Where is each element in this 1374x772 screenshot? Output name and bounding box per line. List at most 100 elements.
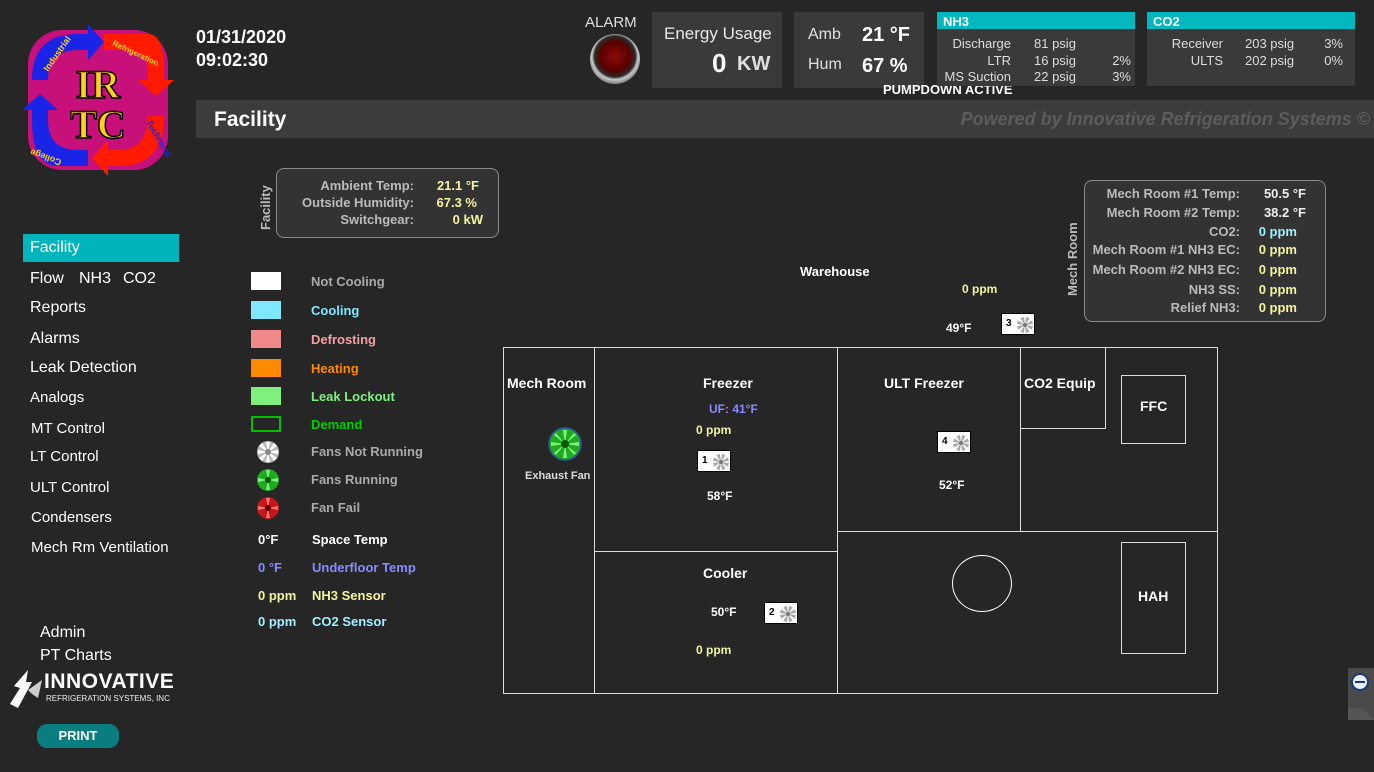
- ffc-label: FFC: [1140, 398, 1168, 414]
- energy-label: Energy Usage: [664, 24, 772, 43]
- legend-underfloor-sample: 0 °F: [258, 560, 282, 575]
- warehouse-label: Warehouse: [800, 264, 870, 279]
- nav-facility[interactable]: Facility: [23, 234, 179, 262]
- side-panel-tab[interactable]: [1348, 668, 1374, 720]
- unit-1[interactable]: 1: [697, 450, 731, 472]
- co2-label: CO2:: [1208, 224, 1240, 239]
- unit-4[interactable]: 4: [937, 431, 971, 453]
- legend-space-temp-sample: 0°F: [258, 532, 279, 547]
- nav-reports[interactable]: Reports: [30, 299, 86, 317]
- ult-freezer-label: ULT Freezer: [884, 375, 964, 391]
- switchgear-label: Switchgear:: [340, 212, 414, 227]
- co2-equip-label: CO2 Equip: [1024, 375, 1096, 391]
- nav-admin[interactable]: Admin: [40, 624, 85, 642]
- legend-leak-lockout: Leak Lockout: [311, 389, 395, 404]
- mech-box-label: Mech Room: [1065, 222, 1080, 296]
- mech2-nh3-label: Mech Room #2 NH3 EC:: [1092, 262, 1240, 277]
- cooler-ppm: 0 ppm: [696, 643, 732, 657]
- co2-value: 0 ppm: [1258, 224, 1297, 239]
- nav-lt-control[interactable]: LT Control: [30, 448, 99, 465]
- mech1-temp-label: Mech Room #1 Temp:: [1106, 186, 1240, 201]
- energy-unit: KW: [737, 53, 771, 75]
- legend-swatch-heating: [251, 359, 281, 377]
- outside-humidity-label: Outside Humidity:: [302, 195, 414, 210]
- legend-swatch-demand: [251, 416, 281, 432]
- nav-nh3[interactable]: NH3: [79, 270, 111, 288]
- legend-co2-sensor: CO2 Sensor: [312, 614, 387, 629]
- innovative-logo: INNOVATIVE REFRIGERATION SYSTEMS, INC: [8, 668, 188, 712]
- relief-nh3-value: 0 ppm: [1258, 300, 1297, 315]
- freezer-underfloor-temp: UF: 41°F: [709, 402, 758, 416]
- energy-panel: Energy Usage 0 KW: [652, 12, 782, 88]
- fan-not-running-icon: [257, 441, 279, 463]
- hah-label: HAH: [1138, 588, 1169, 604]
- nh3-panel: NH3 Discharge 81 psig LTR 16 psig 2% MS …: [937, 12, 1135, 86]
- alarm-indicator[interactable]: [590, 34, 640, 84]
- warehouse-temp: 49°F: [946, 321, 972, 335]
- side-arrow-icon: [1348, 668, 1374, 720]
- legend-swatch-leak-lockout: [251, 387, 281, 405]
- date-text: 01/31/2020: [196, 27, 287, 47]
- mech1-nh3-value: 0 ppm: [1258, 242, 1297, 257]
- legend-nh3-sample: 0 ppm: [258, 588, 297, 603]
- nav-leak-detection[interactable]: Leak Detection: [30, 359, 137, 377]
- tank-circle[interactable]: [952, 555, 1012, 612]
- fan-running-icon: [257, 469, 279, 491]
- nav-ult-control[interactable]: ULT Control: [30, 479, 109, 496]
- legend-swatch-cooling: [251, 301, 281, 319]
- amb-value: 21 °F: [862, 24, 911, 46]
- legend-space-temp: Space Temp: [312, 532, 388, 547]
- logo-line1: IR: [76, 62, 122, 107]
- nh3-ms-value: 22 psig: [1034, 69, 1076, 84]
- nav-alarms[interactable]: Alarms: [30, 330, 80, 348]
- nh3-discharge-value: 81 psig: [1034, 36, 1076, 51]
- legend-not-cooling: Not Cooling: [311, 274, 385, 289]
- fan-not-running-icon: [780, 606, 796, 622]
- nav-mech-rm-ventilation[interactable]: Mech Rm Ventilation: [31, 539, 169, 556]
- unit-3[interactable]: 3: [1001, 313, 1035, 335]
- nav-co2[interactable]: CO2: [123, 270, 156, 288]
- mech2-temp-label: Mech Room #2 Temp:: [1106, 205, 1240, 220]
- legend-swatch-not-cooling: [251, 272, 281, 290]
- nh3-ltr-value: 16 psig: [1034, 53, 1076, 68]
- co2-title: CO2: [1147, 12, 1355, 29]
- title-bar: Facility Powered by Innovative Refrigera…: [196, 100, 1374, 138]
- energy-value: 0: [712, 48, 727, 78]
- hum-value: 67 %: [862, 55, 908, 77]
- brand-mark-icon: [10, 670, 42, 708]
- nav-pt-charts[interactable]: PT Charts: [40, 647, 112, 665]
- ambient-panel: Amb 21 °F Hum 67 %: [794, 12, 924, 88]
- nh3-discharge-label: Discharge: [952, 36, 1011, 51]
- nav-flow[interactable]: Flow: [30, 270, 64, 288]
- powered-by: Powered by Innovative Refrigeration Syst…: [960, 109, 1370, 129]
- nh3-ms-pct: 3%: [1112, 69, 1131, 84]
- nav-condensers[interactable]: Condensers: [31, 509, 112, 526]
- legend-nh3-sensor: NH3 Sensor: [312, 588, 386, 603]
- warehouse-ppm: 0 ppm: [962, 282, 998, 296]
- mech-room[interactable]: [503, 347, 595, 694]
- freezer-temp: 58°F: [707, 489, 733, 503]
- exhaust-fan-label: Exhaust Fan: [525, 470, 591, 482]
- legend-swatch-defrosting: [251, 330, 281, 348]
- exhaust-fan-icon[interactable]: [548, 427, 582, 461]
- datetime: 01/31/2020 09:02:30: [196, 26, 286, 72]
- nh3-ltr-label: LTR: [987, 53, 1011, 68]
- brand-sub: REFRIGERATION SYSTEMS, INC: [46, 694, 170, 703]
- legend-demand: Demand: [311, 417, 363, 432]
- legend-fan-fail: Fan Fail: [311, 500, 361, 515]
- co2-receiver-pct: 3%: [1324, 36, 1343, 51]
- mech1-nh3-label: Mech Room #1 NH3 EC:: [1092, 242, 1240, 257]
- print-button[interactable]: PRINT: [37, 724, 119, 748]
- nav-mt-control[interactable]: MT Control: [31, 420, 105, 437]
- nav-analogs[interactable]: Analogs: [30, 389, 84, 406]
- legend-co2-sample: 0 ppm: [258, 614, 297, 629]
- irtc-logo: IR TC Industrial Refrigeration Technical…: [22, 24, 174, 176]
- mech1-temp-value: 50.5 °F: [1263, 186, 1306, 201]
- mech2-temp-value: 38.2 °F: [1263, 205, 1306, 220]
- nh3-ss-label: NH3 SS:: [1188, 282, 1240, 297]
- unit-2[interactable]: 2: [764, 602, 798, 624]
- fan-not-running-icon: [713, 454, 729, 470]
- co2-receiver-label: Receiver: [1171, 36, 1223, 51]
- freezer-label: Freezer: [703, 375, 753, 391]
- facility-info-box: Ambient Temp: 21.1 °F Outside Humidity: …: [276, 168, 499, 238]
